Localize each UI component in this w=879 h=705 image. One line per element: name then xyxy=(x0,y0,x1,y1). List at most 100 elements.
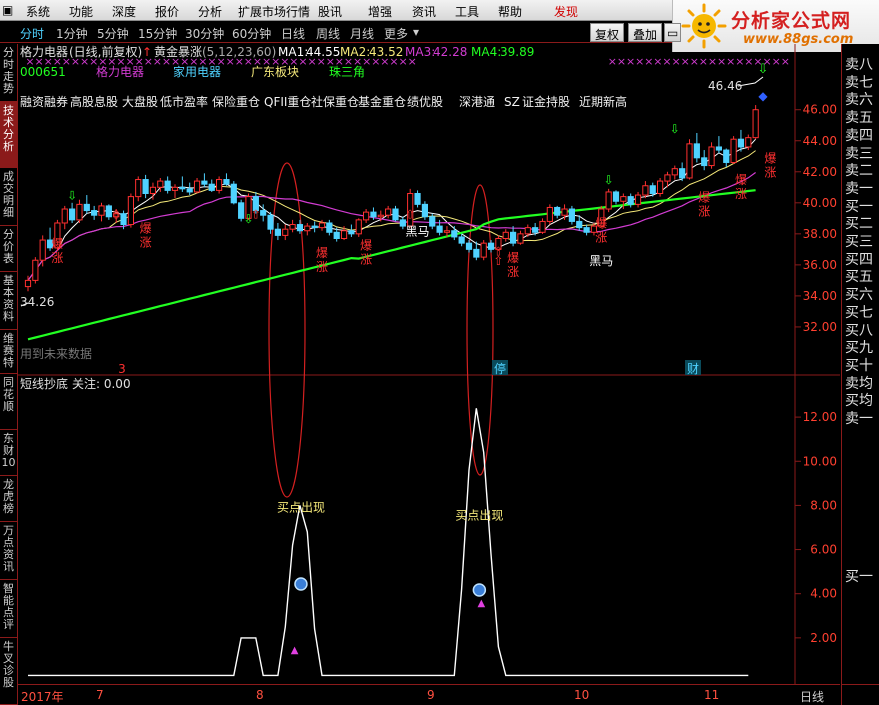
up-arrow-icon: ⇧ xyxy=(493,245,503,259)
signal-cross-mark: × xyxy=(708,55,717,68)
stock-flag[interactable]: QFII重仓 xyxy=(264,95,311,109)
candle xyxy=(377,214,384,218)
candle xyxy=(737,138,745,148)
signal-cross-mark: × xyxy=(681,55,690,68)
tab-monthly[interactable]: 月线 xyxy=(350,25,374,42)
stock-flag[interactable]: 近期新高 xyxy=(579,94,627,109)
orderbook-row-label: 卖一 xyxy=(845,411,873,427)
candle xyxy=(458,236,465,244)
menu-item-system[interactable]: 系统 xyxy=(26,3,50,20)
menu-item-analysis[interactable]: 分析 xyxy=(198,3,222,20)
candle xyxy=(436,225,443,233)
stock-flag[interactable]: 深港通 xyxy=(459,95,495,109)
stock-flag[interactable]: 大盘股 xyxy=(122,94,158,109)
concept-name: 黄金暴涨 xyxy=(154,44,202,59)
sidebar-item-trades[interactable]: 成交明细 xyxy=(0,168,17,226)
sidebar-item-intraday[interactable]: 分时走势 xyxy=(0,44,17,102)
menu-item-function[interactable]: 功能 xyxy=(69,3,93,20)
candle xyxy=(671,168,678,176)
menu-item-info[interactable]: 资讯 xyxy=(412,3,436,20)
tag-region[interactable]: 广东板块 xyxy=(251,65,299,79)
tab-daily[interactable]: 日线 xyxy=(281,25,305,42)
candle xyxy=(612,191,620,202)
stock-flag[interactable]: 融资融券 xyxy=(20,94,68,109)
left-sidebar: 分时走势 技术分析 成交明细 分价表 基本资料 维赛特 同花顺 东财10 龙虎榜… xyxy=(0,44,18,705)
sidebar-item-profile[interactable]: 基本资料 xyxy=(0,272,17,330)
candle xyxy=(355,219,362,235)
date-label-year: 2017年 xyxy=(21,690,64,704)
candle xyxy=(649,185,656,195)
menu-item-help[interactable]: 帮助 xyxy=(498,3,522,20)
candle xyxy=(686,143,693,179)
menu-item-discover[interactable]: 发现 xyxy=(554,3,578,20)
candle xyxy=(208,183,215,191)
stock-flag[interactable]: 保险重仓 xyxy=(212,94,260,109)
stock-flag[interactable]: 低市盈率 xyxy=(160,94,208,109)
sidebar-item-weisaite[interactable]: 维赛特 xyxy=(0,330,17,374)
candle xyxy=(91,210,98,216)
indicator-tick-label: 2.00 xyxy=(810,631,837,645)
tab-intraday[interactable]: 分时 xyxy=(20,25,44,42)
high-price-label: 46.46 xyxy=(708,79,742,93)
buy-triangle-icon: ▲ xyxy=(477,598,485,609)
more-dropdown-icon[interactable]: ▾ xyxy=(413,25,419,39)
up-arrow-icon: ⇧ xyxy=(405,207,415,221)
candle xyxy=(311,225,318,229)
stock-flag[interactable]: 基金重仓 xyxy=(358,94,406,109)
tag-industry[interactable]: 家用电器 xyxy=(173,64,221,79)
stock-flag[interactable]: 高股息股 xyxy=(70,94,118,109)
tab-1min[interactable]: 1分钟 xyxy=(56,25,88,42)
candle xyxy=(510,231,517,244)
sidebar-item-dongcai[interactable]: 东财10 xyxy=(0,430,17,476)
candle xyxy=(708,146,715,167)
menu-item-depth[interactable]: 深度 xyxy=(112,3,136,20)
stock-flag[interactable]: SZ xyxy=(504,95,520,109)
menu-item-enhance[interactable]: 增强 xyxy=(368,3,392,20)
candle xyxy=(657,180,664,195)
sidebar-item-diagnosis[interactable]: 牛叉诊股 xyxy=(0,638,17,705)
sidebar-item-comment[interactable]: 智能点评 xyxy=(0,580,17,638)
tab-30min[interactable]: 30分钟 xyxy=(185,25,224,42)
candle xyxy=(576,220,583,229)
period-label[interactable]: 日线 xyxy=(800,688,824,705)
ma1-line xyxy=(27,138,756,281)
menu-system-icon[interactable]: ▣ xyxy=(2,3,13,17)
tag-stock[interactable]: 格力电器 xyxy=(96,64,144,79)
menu-item-stock-news[interactable]: 股讯 xyxy=(318,3,342,20)
candle xyxy=(532,227,539,233)
ma3-value: 42.28 xyxy=(433,45,467,59)
stock-flag[interactable]: 社保重仓 xyxy=(311,94,359,109)
overlay-button[interactable]: 叠加 xyxy=(628,23,663,42)
candle xyxy=(39,239,46,261)
sidebar-item-tech-analysis[interactable]: 技术分析 xyxy=(0,102,17,168)
menu-item-tools[interactable]: 工具 xyxy=(455,3,479,20)
logo-title: 分析家公式网 xyxy=(731,10,852,32)
stock-flag[interactable]: 证金持股 xyxy=(522,94,570,109)
stock-flag[interactable]: 绩优股 xyxy=(407,95,443,109)
candle xyxy=(216,179,223,191)
price-tick-label: 44.00 xyxy=(803,134,837,148)
tab-weekly[interactable]: 周线 xyxy=(316,25,340,42)
candle xyxy=(348,230,355,235)
ma2-line xyxy=(27,150,756,281)
sidebar-item-price-table[interactable]: 分价表 xyxy=(0,226,17,272)
candle xyxy=(429,216,436,227)
candle xyxy=(333,231,340,239)
sidebar-item-tonghuashun[interactable]: 同花顺 xyxy=(0,374,17,430)
price-tick-label: 34.00 xyxy=(803,289,837,303)
window-button[interactable]: ▭ xyxy=(664,23,682,42)
sidebar-item-news[interactable]: 万点资讯 xyxy=(0,522,17,580)
tag-area[interactable]: 珠三角 xyxy=(329,65,365,79)
tab-60min[interactable]: 60分钟 xyxy=(232,25,271,42)
tab-15min[interactable]: 15分钟 xyxy=(138,25,177,42)
sidebar-item-dragon-tiger[interactable]: 龙虎榜 xyxy=(0,476,17,522)
candle xyxy=(583,227,590,233)
menu-item-quote[interactable]: 报价 xyxy=(155,3,179,20)
tab-5min[interactable]: 5分钟 xyxy=(97,25,129,42)
menu-item-extended-market[interactable]: 扩展市场行情 xyxy=(238,3,310,20)
price-tick-label: 40.00 xyxy=(803,196,837,210)
chart-area[interactable]: 32.0034.0036.0038.0040.0042.0044.0046.00… xyxy=(18,44,840,684)
restore-right-button[interactable]: 复权 xyxy=(590,23,625,42)
candle xyxy=(693,143,700,159)
tab-more[interactable]: 更多 xyxy=(384,25,408,42)
